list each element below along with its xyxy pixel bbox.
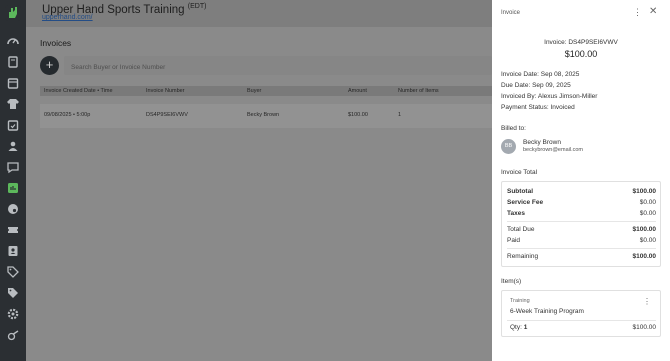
due-date: Due Date: Sep 09, 2025 [501, 82, 571, 89]
invoice-total-label: Invoice Total [501, 169, 538, 176]
cell-amount: $100.00 [348, 112, 368, 118]
subtotal-label: Subtotal [507, 188, 533, 195]
taxes-label: Taxes [507, 210, 525, 217]
cell-created: 09/08/2025 • 5:00p [44, 112, 91, 118]
payment-status: Payment Status: Invoiced [501, 104, 575, 111]
total-due-row: Total Due $100.00 [507, 226, 656, 233]
calendar-icon[interactable] [6, 76, 20, 90]
billed-to-label: Billed to: [501, 125, 526, 132]
item-type: Training [510, 298, 530, 304]
paid-value: $0.00 [639, 237, 656, 244]
column-header-buyer[interactable]: Buyer [247, 88, 261, 94]
item-qty: Qty: 1 [510, 324, 527, 331]
jersey-icon[interactable] [6, 97, 20, 111]
taxes-row: Taxes $0.00 [507, 210, 656, 217]
subtotal-value: $100.00 [632, 188, 657, 195]
panel-header: Invoice [501, 10, 521, 16]
timezone-label: (EDT) [187, 3, 207, 10]
invoice-date: Invoice Date: Sep 08, 2025 [501, 71, 580, 78]
remaining-label: Remaining [507, 253, 539, 260]
invoice-amount: $100.00 [564, 49, 598, 59]
palette-icon[interactable] [6, 202, 20, 216]
invoice-number: Invoice: DS4P9SEI6VWV [544, 39, 618, 46]
column-header-invoice-number[interactable]: Invoice Number [146, 88, 185, 94]
invoice-panel: Invoice ⋮ ✕ Invoice: DS4P9SEI6VWV $100.0… [492, 0, 670, 361]
users-icon[interactable] [6, 139, 20, 153]
settings-icon[interactable] [6, 307, 20, 321]
reports-icon[interactable] [6, 181, 20, 195]
book-icon[interactable] [6, 55, 20, 69]
search-box [64, 56, 492, 77]
table-header: Invoice Created Date • Time Invoice Numb… [40, 86, 492, 96]
table-row[interactable]: 09/08/2025 • 5:00p DS4P9SEI6VWV Becky Br… [40, 104, 492, 128]
sidebar [0, 0, 26, 361]
app-link[interactable]: upperhand.com/ [42, 14, 93, 21]
items-label: Item(s) [501, 278, 522, 285]
total-due-value: $100.00 [632, 226, 657, 233]
tags-icon[interactable] [6, 286, 20, 300]
cell-invoice-number: DS4P9SEI6VWV [146, 112, 188, 118]
service-fee-value: $0.00 [639, 199, 656, 206]
column-header-created[interactable]: Invoice Created Date • Time [44, 88, 113, 94]
contacts-icon[interactable] [6, 244, 20, 258]
service-fee-row: Service Fee $0.00 [507, 199, 656, 206]
invoiced-by: Invoiced By: Alexus Jimson-Miller [501, 93, 598, 100]
cell-buyer: Becky Brown [247, 112, 280, 118]
qty-label: Qty: [510, 324, 522, 331]
more-options-icon[interactable]: ⋮ [633, 8, 642, 17]
speedometer-icon[interactable] [6, 34, 20, 48]
avatar: BB [501, 139, 516, 154]
total-due-label: Total Due [507, 226, 535, 233]
qty-value: 1 [523, 324, 528, 331]
item-name: 6-Week Training Program [510, 308, 584, 315]
divider [507, 248, 656, 249]
whistle-icon[interactable] [6, 328, 20, 342]
divider [507, 221, 656, 222]
remaining-value: $100.00 [632, 253, 657, 260]
column-header-items[interactable]: Number of Items [398, 88, 439, 94]
main-content: Invoices + Invoice Created Date • Time I… [26, 27, 492, 361]
taxes-value: $0.00 [639, 210, 656, 217]
page-title: Invoices [40, 38, 72, 48]
search-input[interactable] [64, 58, 492, 77]
paid-label: Paid [507, 237, 521, 244]
service-fee-label: Service Fee [507, 199, 544, 206]
upper-hand-logo[interactable] [4, 4, 22, 22]
column-header-amount[interactable]: Amount [348, 88, 367, 94]
paid-row: Paid $0.00 [507, 237, 656, 244]
top-bar: Upper Hand Sports Training (EDT) upperha… [26, 0, 492, 27]
chat-icon[interactable] [6, 160, 20, 174]
divider [507, 320, 656, 321]
close-icon[interactable]: ✕ [649, 7, 657, 17]
calendar-check-icon[interactable] [6, 118, 20, 132]
ticket-icon[interactable] [6, 223, 20, 237]
item-card: Training 6-Week Training Program ⋮ Qty: … [501, 290, 661, 337]
buyer-name[interactable]: Becky Brown [523, 139, 561, 146]
add-invoice-button[interactable]: + [40, 56, 59, 75]
totals-box: Subtotal $100.00 Service Fee $0.00 Taxes… [501, 181, 661, 267]
cell-items: 1 [398, 112, 402, 118]
buyer-email: beckybrown@email.com [523, 147, 583, 153]
subtotal-row: Subtotal $100.00 [507, 188, 656, 195]
item-more-options-icon[interactable]: ⋮ [643, 297, 651, 306]
tag-icon[interactable] [6, 265, 20, 279]
item-price: $100.00 [632, 324, 657, 331]
remaining-row: Remaining $100.00 [507, 253, 656, 260]
